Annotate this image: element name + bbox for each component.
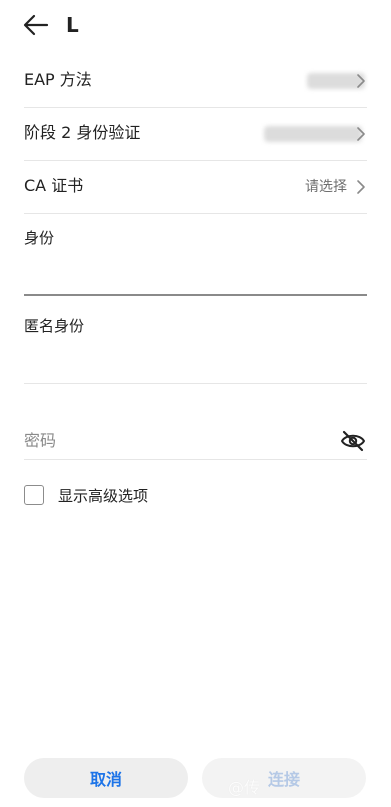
- page-title: L: [66, 13, 79, 37]
- connect-button[interactable]: 连接: [202, 758, 366, 798]
- ca-cert-row[interactable]: CA 证书 请选择: [24, 162, 367, 214]
- identity-input[interactable]: [24, 252, 367, 296]
- chevron-right-icon: [357, 74, 365, 88]
- eap-method-row[interactable]: EAP 方法: [24, 56, 367, 108]
- password-placeholder: 密码: [24, 431, 57, 450]
- ca-cert-label: CA 证书: [24, 176, 84, 195]
- phase2-auth-row[interactable]: 阶段 2 身份验证: [24, 109, 367, 161]
- phase2-auth-label: 阶段 2 身份验证: [24, 123, 141, 142]
- show-advanced-label: 显示高级选项: [58, 487, 149, 505]
- app-header: L: [0, 0, 391, 54]
- eap-method-label: EAP 方法: [24, 70, 92, 89]
- identity-label: 身份: [24, 229, 55, 247]
- anonymous-identity-label: 匿名身份: [24, 317, 85, 335]
- cancel-button[interactable]: 取消: [24, 758, 188, 798]
- arrow-left-icon: [23, 14, 49, 36]
- chevron-right-icon: [357, 127, 365, 141]
- show-advanced-checkbox[interactable]: [24, 485, 44, 505]
- anonymous-identity-input[interactable]: [24, 340, 367, 384]
- chevron-right-icon: [357, 180, 365, 194]
- ca-cert-value: 请选择: [305, 179, 347, 195]
- password-input[interactable]: [24, 418, 367, 460]
- eye-off-icon[interactable]: [340, 430, 366, 452]
- back-button[interactable]: [20, 10, 52, 40]
- phase2-auth-value-redacted: [264, 126, 362, 142]
